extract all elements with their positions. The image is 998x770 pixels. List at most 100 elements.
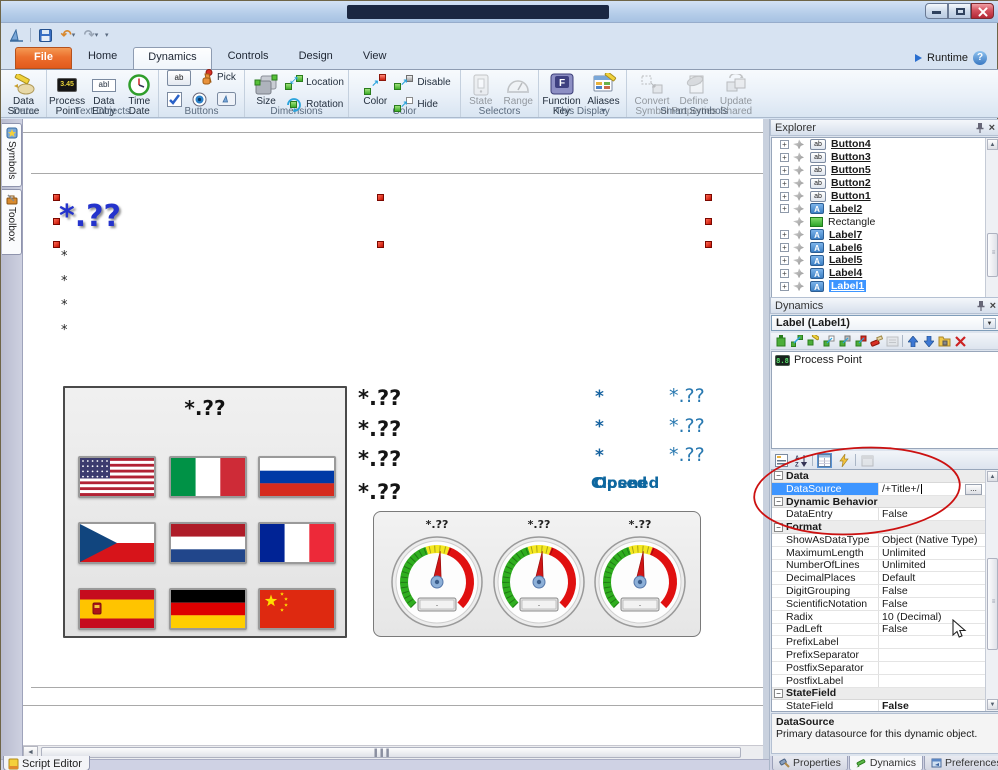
- explorer-tree[interactable]: +abButton4+abButton3+abButton5+abButton2…: [771, 137, 998, 311]
- categorized-icon[interactable]: [774, 453, 789, 468]
- expander-icon[interactable]: +: [780, 153, 789, 162]
- erase-dynamics-icon[interactable]: [870, 335, 883, 348]
- property-row-scientificnotation[interactable]: ScientificNotationFalse: [772, 598, 998, 611]
- expander-icon[interactable]: +: [780, 204, 789, 213]
- expander-icon[interactable]: +: [780, 192, 789, 201]
- asterisk-label[interactable]: *: [61, 323, 68, 338]
- expander-icon[interactable]: +: [780, 243, 789, 252]
- state-button[interactable]: State: [463, 72, 499, 107]
- close-panel-icon[interactable]: ×: [989, 123, 995, 133]
- minimize-button[interactable]: [925, 3, 948, 19]
- tab-properties[interactable]: Properties: [772, 756, 848, 770]
- explorer-item-label7[interactable]: +ALabel7: [772, 228, 998, 241]
- update-shared-button[interactable]: Update Shared: [716, 72, 756, 117]
- maximize-button[interactable]: [948, 3, 971, 19]
- rotation-dynamic-icon[interactable]: [806, 335, 819, 348]
- explorer-item-button4[interactable]: +abButton4: [772, 138, 998, 151]
- tab-dynamics-panel[interactable]: Dynamics: [849, 756, 923, 770]
- collapse-icon[interactable]: −: [774, 523, 783, 532]
- tab-home[interactable]: Home: [74, 47, 131, 69]
- gauge-3[interactable]: -: [592, 532, 688, 639]
- flag-button-spain[interactable]: [78, 588, 156, 630]
- pin-icon[interactable]: [975, 122, 985, 133]
- explorer-item-button3[interactable]: +abButton3: [772, 151, 998, 164]
- tab-controls[interactable]: Controls: [214, 47, 283, 69]
- asterisk-label[interactable]: *: [61, 274, 68, 289]
- property-value[interactable]: [879, 675, 998, 687]
- close-panel-icon[interactable]: ×: [990, 301, 996, 311]
- collapse-icon[interactable]: −: [774, 497, 783, 506]
- flag-button-netherlands[interactable]: [169, 522, 247, 564]
- expander-icon[interactable]: +: [780, 269, 789, 278]
- property-value[interactable]: Object (Native Type): [879, 534, 998, 546]
- property-value[interactable]: False: [879, 624, 998, 636]
- app-icon[interactable]: [7, 27, 25, 43]
- property-value[interactable]: False: [879, 585, 998, 597]
- status-value[interactable]: *.??: [669, 385, 705, 407]
- flag-button-italy[interactable]: [169, 456, 247, 498]
- property-row-statefield[interactable]: StateFieldFalse: [772, 700, 998, 712]
- scroll-down-icon[interactable]: ▼: [987, 699, 998, 710]
- close-button[interactable]: [971, 3, 994, 19]
- expander-icon[interactable]: +: [780, 166, 789, 175]
- title-label-object[interactable]: *.??: [59, 199, 121, 234]
- flag-button-czech[interactable]: [78, 522, 156, 564]
- hide-dynamic-icon[interactable]: [838, 335, 851, 348]
- property-grid[interactable]: −DataDataSource/+Title+/...−Dynamic Beha…: [771, 469, 998, 712]
- tab-toolbox[interactable]: Toolbox: [2, 189, 22, 255]
- pick-button[interactable]: Pick: [199, 70, 236, 86]
- tab-view[interactable]: View: [349, 47, 401, 69]
- property-category-data[interactable]: −Data: [772, 470, 998, 483]
- collapse-icon[interactable]: −: [774, 471, 783, 480]
- asterisk-label[interactable]: *: [61, 298, 68, 313]
- status-value[interactable]: *.??: [669, 415, 705, 437]
- property-row-radix[interactable]: Radix10 (Decimal): [772, 611, 998, 624]
- convert-symbol-button[interactable]: Convert Symbol: [632, 72, 672, 117]
- location-button[interactable]: ⤢ Location: [285, 74, 344, 90]
- explorer-scrollbar[interactable]: ▲ ≡ ▼: [985, 138, 998, 310]
- size-dynamic-icon[interactable]: [822, 335, 835, 348]
- property-value[interactable]: 10 (Decimal): [879, 611, 998, 623]
- property-value[interactable]: [879, 662, 998, 674]
- gauge-panel[interactable]: *.?? -*.?? -*.?? -: [373, 511, 701, 637]
- process-point-value[interactable]: *.??: [358, 386, 401, 410]
- redo-icon[interactable]: ↷▾: [82, 27, 100, 43]
- explorer-item-label6[interactable]: +ALabel6: [772, 241, 998, 254]
- property-pages-icon[interactable]: [860, 453, 875, 468]
- property-value[interactable]: Unlimited: [879, 547, 998, 559]
- expander-icon[interactable]: +: [780, 230, 789, 239]
- gauge-2[interactable]: -: [491, 532, 587, 639]
- tab-file[interactable]: File: [15, 47, 72, 69]
- selection-handle[interactable]: [377, 194, 384, 201]
- expander-icon[interactable]: +: [780, 256, 789, 265]
- add-dynamic-icon[interactable]: [774, 335, 787, 348]
- property-row-padleft[interactable]: PadLeftFalse: [772, 624, 998, 637]
- scroll-up-icon[interactable]: ▲: [987, 139, 998, 150]
- selection-handle[interactable]: [377, 241, 384, 248]
- scrollbar-thumb[interactable]: ▐▐▐: [41, 747, 741, 758]
- explorer-item-label4[interactable]: +ALabel4: [772, 267, 998, 280]
- selection-handle[interactable]: [53, 241, 60, 248]
- tab-dynamics[interactable]: Dynamics: [133, 47, 211, 69]
- save-icon[interactable]: [36, 27, 54, 43]
- property-category-statefield[interactable]: −StateField: [772, 688, 998, 701]
- design-canvas[interactable]: *.?? **** *.?? *.??*.??*.??*.?? **.??**.…: [23, 119, 763, 745]
- property-value[interactable]: [879, 636, 998, 648]
- ellipsis-button[interactable]: ...: [965, 484, 982, 495]
- property-row-maximumlength[interactable]: MaximumLengthUnlimited: [772, 547, 998, 560]
- property-row-digitgrouping[interactable]: DigitGroupingFalse: [772, 585, 998, 598]
- property-category-dynamic-behavior[interactable]: −Dynamic Behavior: [772, 496, 998, 509]
- status-value[interactable]: *.??: [669, 444, 705, 466]
- horizontal-scrollbar[interactable]: ◄ ▐▐▐: [23, 745, 763, 759]
- process-point-value[interactable]: *.??: [358, 417, 401, 441]
- status-star[interactable]: *: [595, 446, 604, 466]
- property-row-dataentry[interactable]: DataEntryFalse: [772, 508, 998, 521]
- tab-symbols[interactable]: Symbols: [2, 123, 22, 187]
- selection-handle[interactable]: [705, 241, 712, 248]
- collapse-icon[interactable]: −: [774, 689, 783, 698]
- object-selector-dropdown[interactable]: Label (Label1) ▼: [771, 315, 998, 331]
- process-point-value[interactable]: *.??: [358, 447, 401, 471]
- define-properties-button[interactable]: Define Properties: [674, 72, 714, 117]
- tab-preferences[interactable]: Preferences: [924, 756, 998, 770]
- flag-button-germany[interactable]: [169, 588, 247, 630]
